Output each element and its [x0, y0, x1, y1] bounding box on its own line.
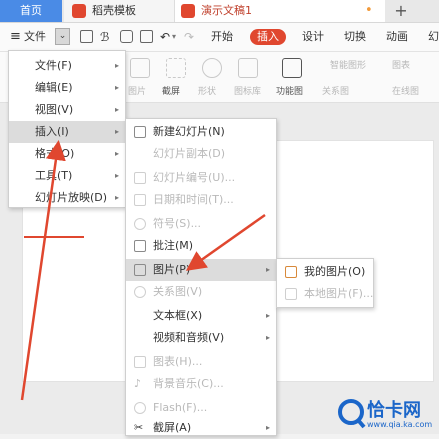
- annotation-arrows: [20, 140, 266, 401]
- arrow-to-insert: [20, 140, 66, 401]
- watermark-text: 恰卡网: [367, 400, 421, 421]
- watermark: 恰卡网 www.qia.ka.com: [331, 396, 439, 432]
- arrow-to-picture: [185, 213, 266, 271]
- watermark-url: www.qia.ka.com: [367, 420, 433, 429]
